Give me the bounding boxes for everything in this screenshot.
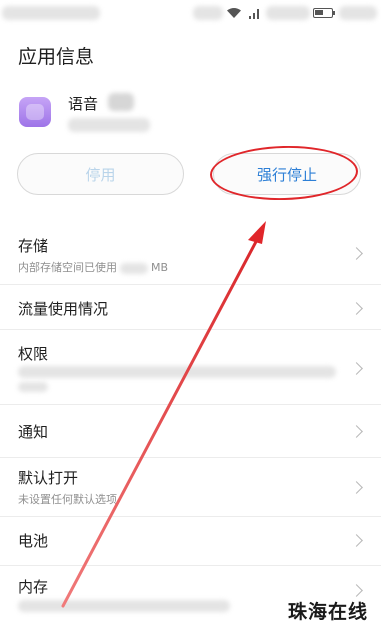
battery-row[interactable]: 电池 (0, 517, 381, 565)
chevron-right-icon (350, 481, 363, 494)
permissions-title: 权限 (18, 345, 49, 363)
status-blurred (193, 6, 223, 20)
chevron-right-icon (350, 247, 363, 260)
memory-usage-blurred (18, 600, 230, 612)
storage-row[interactable]: 存储 内部存储空间已使用 MB (0, 222, 381, 284)
battery-icon (313, 8, 333, 18)
disable-button[interactable]: 停用 (17, 153, 184, 195)
storage-used-prefix: 内部存储空间已使用 (18, 261, 117, 274)
data-usage-row[interactable]: 流量使用情况 (0, 285, 381, 329)
notifications-title: 通知 (18, 423, 49, 441)
storage-value-blurred (120, 262, 148, 274)
signal-icon (247, 7, 261, 22)
battery-title: 电池 (18, 532, 49, 550)
storage-title: 存储 (18, 237, 49, 255)
chevron-right-icon (350, 534, 363, 547)
status-bar (0, 0, 381, 28)
status-blurred-2 (266, 6, 310, 20)
app-name: 语音 (68, 95, 99, 113)
chevron-right-icon (350, 425, 363, 438)
chevron-right-icon (350, 362, 363, 375)
data-usage-title: 流量使用情况 (18, 300, 109, 318)
wifi-icon (226, 7, 242, 22)
memory-title: 内存 (18, 578, 49, 596)
permissions-row[interactable]: 权限 (0, 330, 381, 404)
battery-tip (333, 11, 335, 15)
open-by-default-row[interactable]: 默认打开 未设置任何默认选项 (0, 458, 381, 516)
app-name-blurred (108, 93, 134, 111)
clock-blurred (339, 6, 377, 20)
app-version-blurred (68, 118, 150, 132)
notifications-row[interactable]: 通知 (0, 405, 381, 457)
storage-subtitle: 内部存储空间已使用 MB (18, 259, 168, 275)
permissions-list-blurred (18, 366, 336, 378)
open-by-default-subtitle: 未设置任何默认选项 (18, 493, 117, 506)
app-icon (19, 97, 51, 127)
watermark: 珠海在线 (288, 601, 369, 623)
chevron-right-icon (350, 584, 363, 597)
permissions-list-blurred-2 (18, 382, 48, 392)
status-left-blurred (2, 6, 100, 20)
page-title: 应用信息 (18, 46, 95, 68)
open-by-default-title: 默认打开 (18, 469, 79, 487)
storage-unit: MB (151, 261, 169, 274)
chevron-right-icon (350, 302, 363, 315)
